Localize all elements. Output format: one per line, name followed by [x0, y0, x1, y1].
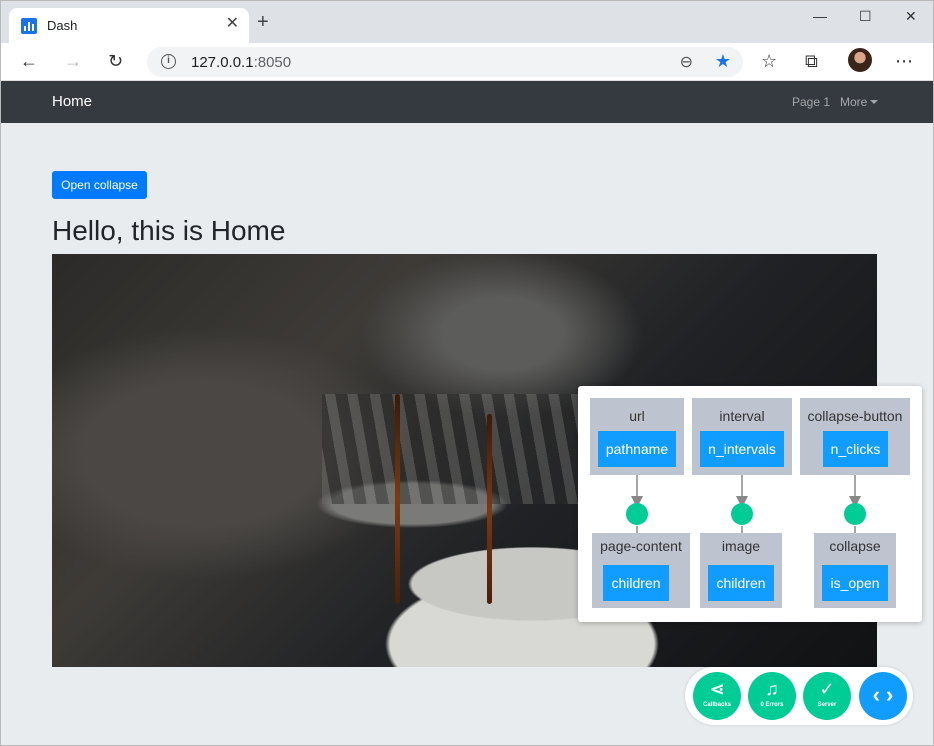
graph-node-url: url pathname	[590, 398, 684, 475]
graph-node-label: collapse	[829, 538, 881, 554]
browser-toolbar: ← → ↻ i 127.0.0.1:8050 ⊖ ★ ☆ ⧉ ⋯	[1, 43, 933, 81]
open-collapse-button[interactable]: Open collapse	[52, 171, 147, 199]
nav-dropdown-more-label: More	[840, 95, 868, 109]
graph-node-label: image	[721, 538, 761, 554]
graph-node-image: image children	[700, 533, 782, 608]
callbacks-button[interactable]: ⋖ Callbacks	[693, 672, 741, 720]
callback-graph: url pathname interval n_intervals collap…	[578, 386, 922, 622]
forward-icon[interactable]: →	[64, 51, 82, 71]
graph-node-label: url	[629, 408, 645, 424]
devtools-toggle-button[interactable]: ‹ ›	[859, 672, 907, 720]
callback-node[interactable]	[731, 503, 753, 525]
favorites-icon[interactable]: ☆	[761, 51, 777, 71]
profile-avatar[interactable]	[848, 48, 872, 72]
nav-dropdown-more[interactable]: More	[840, 95, 879, 109]
graph-node-page-content: page-content children	[592, 533, 690, 608]
graph-node-label: page-content	[600, 538, 682, 554]
errors-button[interactable]: ♫ 0 Errors	[748, 672, 796, 720]
graph-node-label: collapse-button	[807, 408, 903, 424]
share-icon: ⋖	[709, 679, 725, 699]
graph-prop: is_open	[822, 565, 888, 601]
coffee-stream-right	[487, 414, 492, 604]
tab-strip: Dash ✕ + — ☐ ✕	[1, 1, 933, 43]
tab-title: Dash	[47, 18, 78, 33]
errors-label: 0 Errors	[760, 702, 784, 708]
minimize-icon[interactable]: —	[813, 8, 827, 24]
machine-grate	[322, 394, 602, 504]
address-bar[interactable]: i 127.0.0.1:8050 ⊖ ★	[147, 47, 743, 77]
tab-close-icon[interactable]: ✕	[226, 16, 239, 32]
callbacks-label: Callbacks	[702, 702, 732, 708]
bell-icon: ♫	[765, 679, 779, 699]
graph-node-label: interval	[719, 408, 765, 424]
browser-tab[interactable]: Dash ✕	[9, 8, 249, 43]
dash-devtools-bar: ⋖ Callbacks ♫ 0 Errors ✓ Server ‹ ›	[685, 667, 913, 725]
info-icon[interactable]: i	[161, 54, 176, 69]
graph-node-collapse: collapse is_open	[814, 533, 896, 608]
dash-favicon-icon	[21, 18, 37, 34]
callback-node[interactable]	[844, 503, 866, 525]
collections-icon[interactable]: ⧉	[805, 51, 818, 71]
url-port: :8050	[253, 54, 292, 71]
graph-node-interval: interval n_intervals	[692, 398, 792, 475]
back-icon[interactable]: ←	[20, 51, 38, 71]
navbar: Home Page 1 More	[1, 81, 933, 123]
refresh-icon[interactable]: ↻	[108, 51, 123, 71]
graph-prop: children	[708, 565, 774, 601]
new-tab-icon[interactable]: +	[257, 12, 269, 32]
url-host: 127.0.0.1	[191, 54, 254, 71]
coffee-stream-left	[395, 394, 400, 604]
code-icon: ‹ ›	[872, 682, 894, 707]
browser-window: Dash ✕ + — ☐ ✕ ← → ↻ i 127.0.0.1:8050 ⊖ …	[0, 0, 934, 746]
caret-down-icon	[870, 100, 879, 104]
server-button[interactable]: ✓ Server	[803, 672, 851, 720]
graph-node-collapse-button: collapse-button n_clicks	[800, 398, 910, 475]
zoom-icon[interactable]: ⊖	[680, 52, 693, 72]
navbar-brand[interactable]: Home	[52, 93, 92, 110]
page-title: Hello, this is Home	[52, 215, 286, 246]
more-options-icon[interactable]: ⋯	[895, 51, 913, 71]
maximize-icon[interactable]: ☐	[859, 8, 872, 25]
server-label: Server	[817, 702, 837, 708]
check-icon: ✓	[819, 679, 835, 699]
graph-prop: n_clicks	[823, 431, 888, 467]
window-close-icon[interactable]: ✕	[905, 8, 917, 25]
url-text: 127.0.0.1:8050	[191, 54, 291, 71]
callback-node[interactable]	[626, 503, 648, 525]
graph-prop: children	[603, 565, 669, 601]
favorite-star-icon[interactable]: ★	[715, 51, 731, 72]
graph-prop: pathname	[598, 431, 676, 467]
graph-prop: n_intervals	[700, 431, 784, 467]
nav-link-page-1[interactable]: Page 1	[792, 95, 830, 109]
